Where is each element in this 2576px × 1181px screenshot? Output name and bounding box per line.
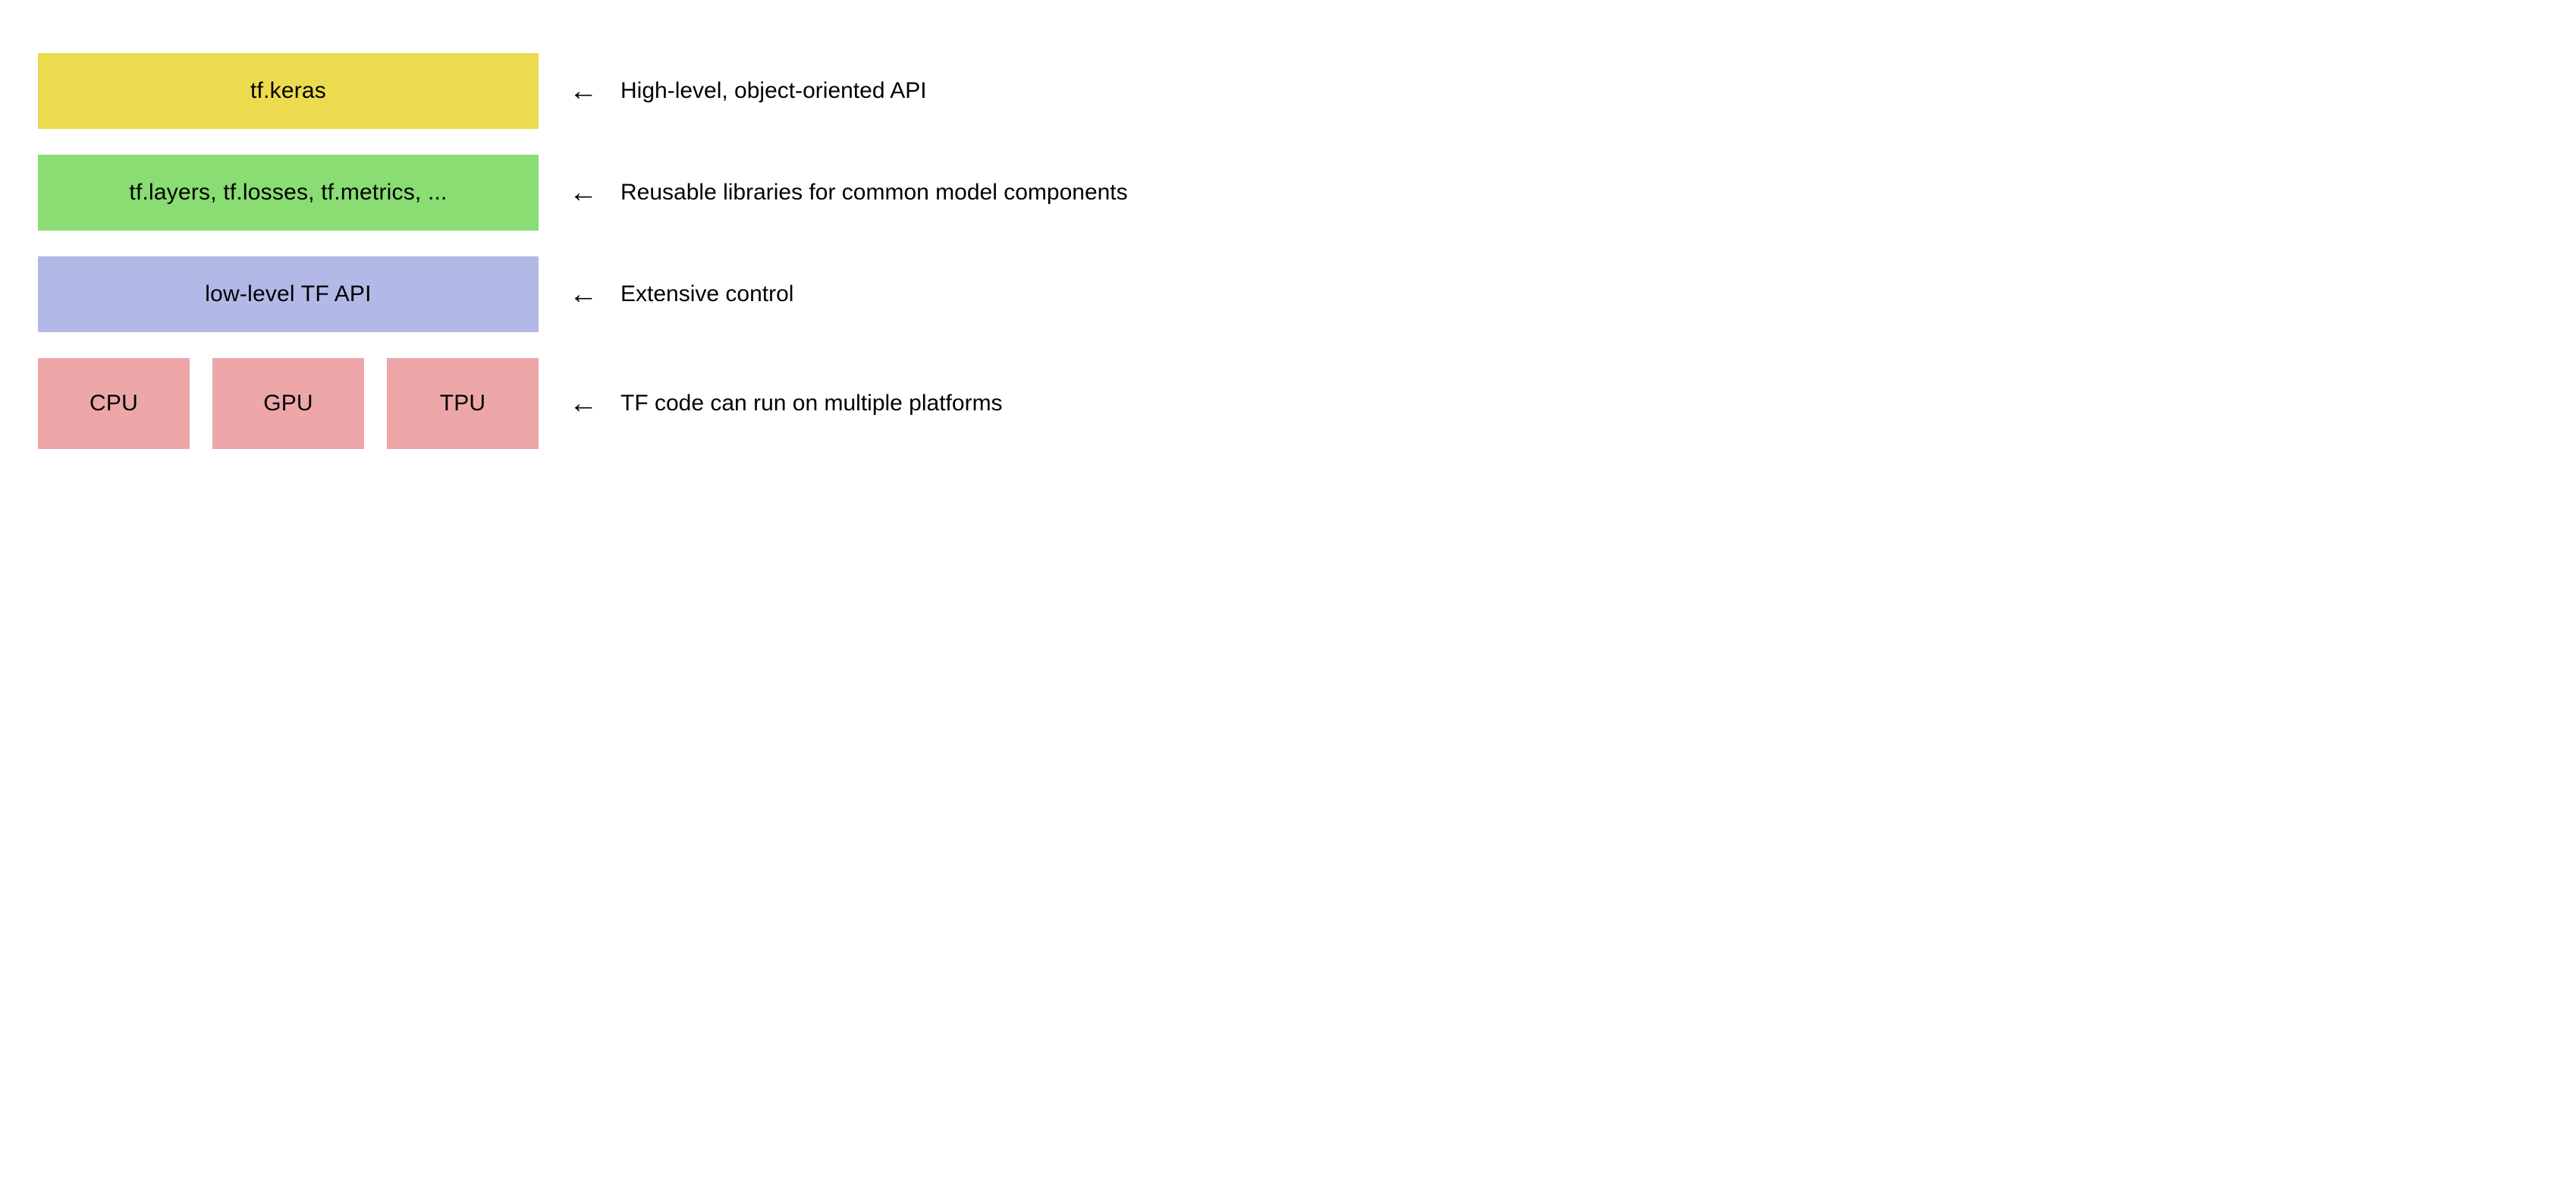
arrow-left-icon: ← [569,280,598,309]
arrow-left-icon: ← [569,178,598,207]
layer-description: TF code can run on multiple platforms [620,391,1003,416]
block-area: low-level TF API [38,256,539,332]
tensorflow-api-hierarchy-diagram: tf.keras ← High-level, object-oriented A… [38,53,2538,449]
block-label: TPU [440,391,486,416]
block-label: tf.layers, tf.losses, tf.metrics, ... [129,180,447,206]
block-label: CPU [90,391,138,416]
block-label: tf.keras [250,78,326,104]
layer-row-lowlevel: low-level TF API ← Extensive control [38,256,2538,332]
layer-row-libraries: tf.layers, tf.losses, tf.metrics, ... ← … [38,155,2538,231]
layer-description: High-level, object-oriented API [620,78,927,104]
arrow-left-icon: ← [569,77,598,105]
layer-row-keras: tf.keras ← High-level, object-oriented A… [38,53,2538,129]
layer-row-hardware: CPU GPU TPU ← TF code can run on multipl… [38,358,2538,449]
block-cpu: CPU [38,358,190,449]
block-lowlevel-api: low-level TF API [38,256,539,332]
block-area: CPU GPU TPU [38,358,539,449]
block-area: tf.layers, tf.losses, tf.metrics, ... [38,155,539,231]
block-area: tf.keras [38,53,539,129]
block-label: low-level TF API [205,281,371,307]
block-label: GPU [263,391,313,416]
annotation: ← TF code can run on multiple platforms [569,389,1003,418]
block-tpu: TPU [387,358,539,449]
block-gpu: GPU [212,358,364,449]
arrow-left-icon: ← [569,389,598,418]
annotation: ← Reusable libraries for common model co… [569,178,1128,207]
layer-description: Reusable libraries for common model comp… [620,180,1128,206]
block-keras: tf.keras [38,53,539,129]
annotation: ← High-level, object-oriented API [569,77,927,105]
layer-description: Extensive control [620,281,793,307]
block-libraries: tf.layers, tf.losses, tf.metrics, ... [38,155,539,231]
annotation: ← Extensive control [569,280,793,309]
